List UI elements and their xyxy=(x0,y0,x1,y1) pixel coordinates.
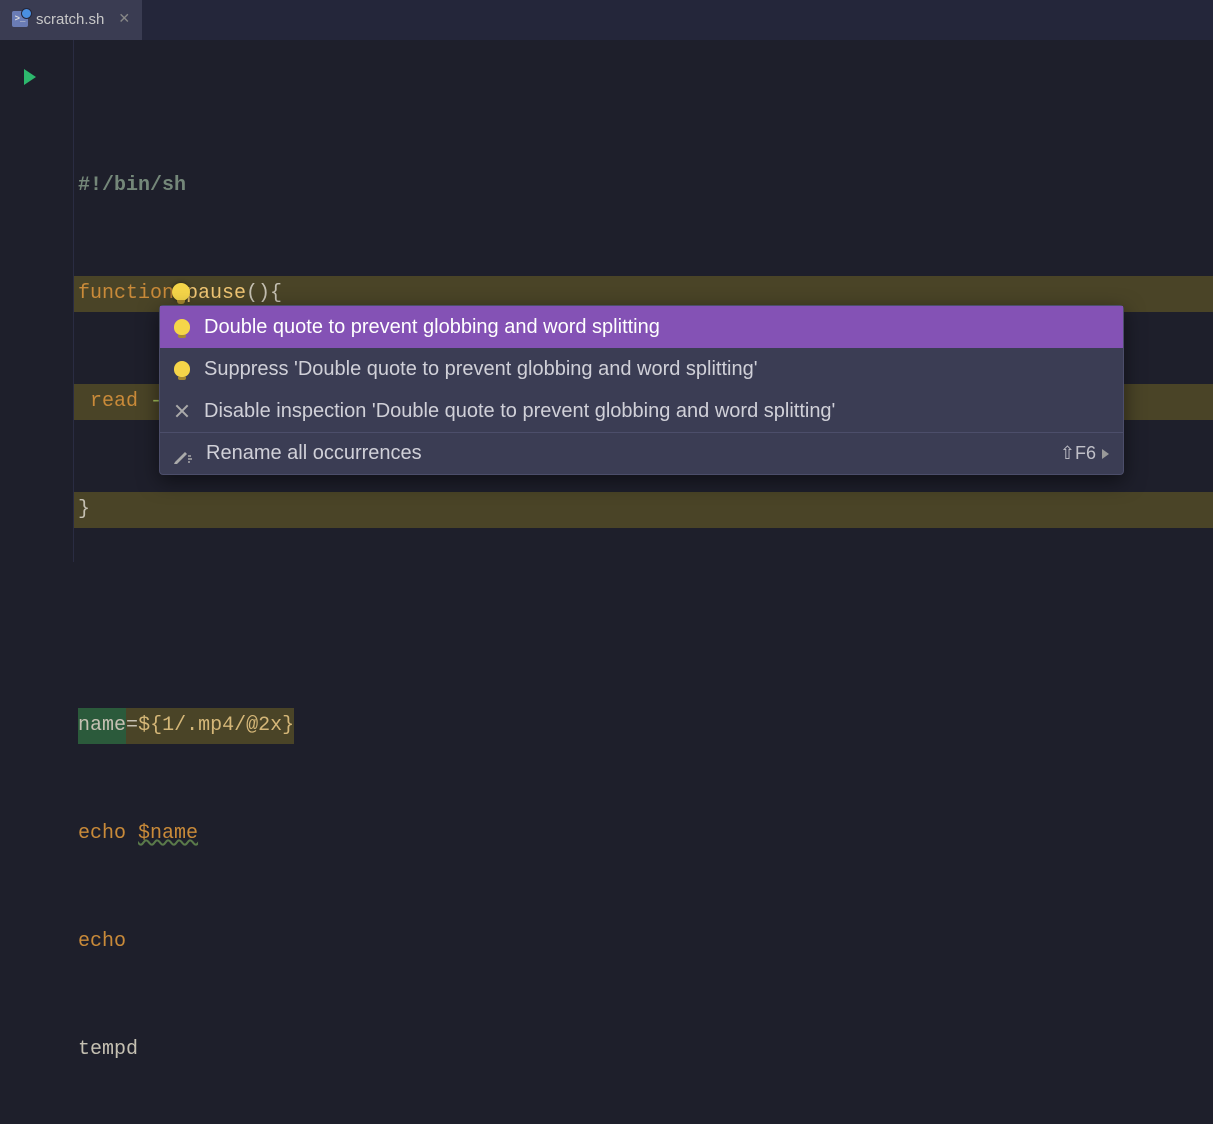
left-margin xyxy=(60,40,74,562)
bulb-icon xyxy=(174,319,190,335)
variable-name: name xyxy=(78,708,126,744)
param-expansion: ${1/.mp4/@2x} xyxy=(138,708,294,744)
close-icon[interactable]: ✕ xyxy=(118,11,130,28)
intention-item-quote[interactable]: Double quote to prevent globbing and wor… xyxy=(160,306,1123,348)
close-icon xyxy=(174,403,190,419)
builtin-echo: echo xyxy=(78,816,126,852)
intention-label: Suppress 'Double quote to prevent globbi… xyxy=(204,358,758,381)
intention-label: Double quote to prevent globbing and wor… xyxy=(204,316,660,339)
code-text: tempd xyxy=(78,1032,138,1068)
editor-area: #!/bin/sh function pause(){ read -n1 -rs… xyxy=(0,40,1213,562)
run-icon[interactable] xyxy=(24,69,36,85)
builtin-echo: echo xyxy=(78,924,126,960)
rename-icon xyxy=(174,447,192,461)
tab-file[interactable]: >_ scratch.sh ✕ xyxy=(0,0,142,40)
intention-popup: Double quote to prevent globbing and wor… xyxy=(159,305,1124,475)
variable-usage: $name xyxy=(138,816,198,852)
shell-file-icon: >_ xyxy=(12,11,28,27)
intention-label: Disable inspection 'Double quote to prev… xyxy=(204,400,835,423)
tab-bar: >_ scratch.sh ✕ xyxy=(0,0,1213,40)
intention-item-rename[interactable]: Rename all occurrences ⇧F6 xyxy=(160,432,1123,474)
brace: } xyxy=(78,492,90,528)
keyboard-shortcut: ⇧F6 xyxy=(1060,443,1109,464)
chevron-right-icon xyxy=(1102,449,1109,459)
intention-item-suppress[interactable]: Suppress 'Double quote to prevent globbi… xyxy=(160,348,1123,390)
intention-label: Rename all occurrences xyxy=(206,442,422,465)
bulb-icon xyxy=(174,361,190,377)
builtin-read: read xyxy=(78,384,138,420)
tab-filename: scratch.sh xyxy=(36,11,104,28)
shebang: #!/bin/sh xyxy=(78,168,186,204)
equals: = xyxy=(126,708,138,744)
code-editor[interactable]: #!/bin/sh function pause(){ read -n1 -rs… xyxy=(74,40,1213,562)
intention-item-disable[interactable]: Disable inspection 'Double quote to prev… xyxy=(160,390,1123,432)
gutter xyxy=(0,40,60,562)
intention-bulb-icon[interactable] xyxy=(172,283,190,301)
